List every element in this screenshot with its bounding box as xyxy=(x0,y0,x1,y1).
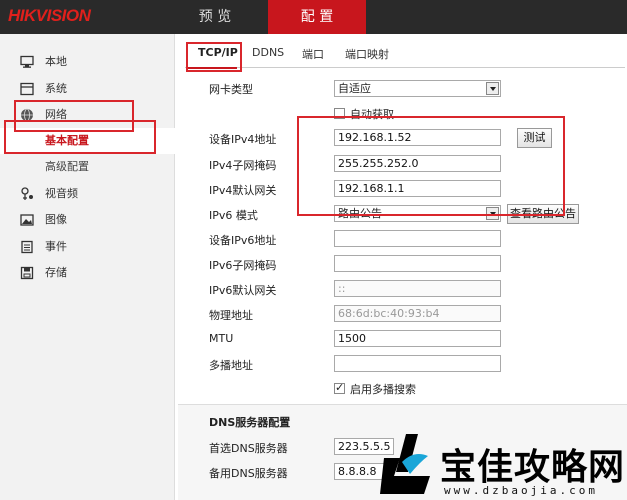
sidebar-item-audio-video[interactable]: 视音频 xyxy=(0,181,175,207)
sidebar-item-label: 图像 xyxy=(45,213,67,226)
nav-preview[interactable]: 预 览 xyxy=(170,0,260,34)
sidebar-item-local[interactable]: 本地 xyxy=(0,49,175,75)
storage-icon xyxy=(20,266,34,280)
mac-address-input: 68:6d:bc:40:93:b4 xyxy=(334,305,501,322)
monitor-icon xyxy=(20,55,34,68)
sidebar-item-label: 本地 xyxy=(45,55,67,68)
nic-type-select[interactable]: 自适应 xyxy=(334,80,501,97)
ipv4-addr-label: 设备IPv4地址 xyxy=(209,133,277,146)
multicast-addr-input[interactable] xyxy=(334,355,501,372)
alternate-dns-label: 备用DNS服务器 xyxy=(209,467,288,480)
annotation-box-tcpip-tab xyxy=(186,42,242,72)
audio-video-icon xyxy=(21,187,33,200)
multicast-search-label: 启用多播搜索 xyxy=(350,383,416,396)
ipv4-mask-label: IPv4子网掩码 xyxy=(209,159,277,172)
ipv6-mask-label: IPv6子网掩码 xyxy=(209,259,277,272)
sidebar-sub-label: 高级配置 xyxy=(45,160,89,173)
sidebar-sub-advanced-config[interactable]: 高级配置 xyxy=(0,154,175,180)
sidebar-item-label: 存储 xyxy=(45,266,67,279)
nic-type-label: 网卡类型 xyxy=(209,83,253,96)
ipv6-mask-input[interactable] xyxy=(334,255,501,272)
ipv6-gateway-input[interactable]: :: xyxy=(334,280,501,297)
hikvision-logo: HIKVISION xyxy=(8,6,91,25)
dns-section-title: DNS服务器配置 xyxy=(209,416,291,429)
sidebar-item-image[interactable]: 图像 xyxy=(0,207,175,233)
tab-ddns[interactable]: DDNS xyxy=(252,46,284,59)
sidebar-item-label: 系统 xyxy=(45,82,67,95)
sidebar-item-label: 视音频 xyxy=(45,187,78,200)
event-icon xyxy=(21,240,33,254)
watermark: 宝佳攻略网 www.dzbaojia.com xyxy=(380,432,627,500)
watermark-url: www.dzbaojia.com xyxy=(444,484,598,497)
sidebar-item-event[interactable]: 事件 xyxy=(0,234,175,260)
sidebar-item-label: 事件 xyxy=(45,240,67,253)
preferred-dns-label: 首选DNS服务器 xyxy=(209,442,288,455)
nic-type-value: 自适应 xyxy=(338,82,371,95)
mtu-label: MTU xyxy=(209,332,234,345)
tab-port[interactable]: 端口 xyxy=(302,46,324,62)
tab-port-mapping[interactable]: 端口映射 xyxy=(345,46,389,62)
ipv6-addr-label: 设备IPv6地址 xyxy=(209,234,277,247)
multicast-search-checkbox[interactable] xyxy=(334,381,345,394)
annotation-box-basic-config xyxy=(4,120,156,154)
mtu-input[interactable]: 1500 xyxy=(334,330,501,347)
tab-bar: TCP/IP DDNS 端口 端口映射 xyxy=(185,40,625,68)
mac-address-label: 物理地址 xyxy=(209,309,253,322)
multicast-addr-label: 多播地址 xyxy=(209,359,253,372)
watermark-logo-icon xyxy=(380,434,430,494)
nav-config[interactable]: 配 置 xyxy=(268,0,366,34)
ipv4-gateway-label: IPv4默认网关 xyxy=(209,184,277,197)
chevron-down-icon xyxy=(486,82,499,95)
annotation-box-ipv4-settings xyxy=(297,116,565,216)
sidebar-item-system[interactable]: 系统 xyxy=(0,76,175,102)
image-icon xyxy=(20,214,34,226)
ipv6-addr-input[interactable] xyxy=(334,230,501,247)
top-bar: HIKVISION 预 览 配 置 xyxy=(0,0,627,34)
system-icon xyxy=(20,82,34,96)
ipv6-gateway-label: IPv6默认网关 xyxy=(209,284,277,297)
ipv6-mode-label: IPv6 模式 xyxy=(209,209,258,222)
watermark-text: 宝佳攻略网 xyxy=(440,447,626,488)
sidebar-item-storage[interactable]: 存储 xyxy=(0,260,175,286)
